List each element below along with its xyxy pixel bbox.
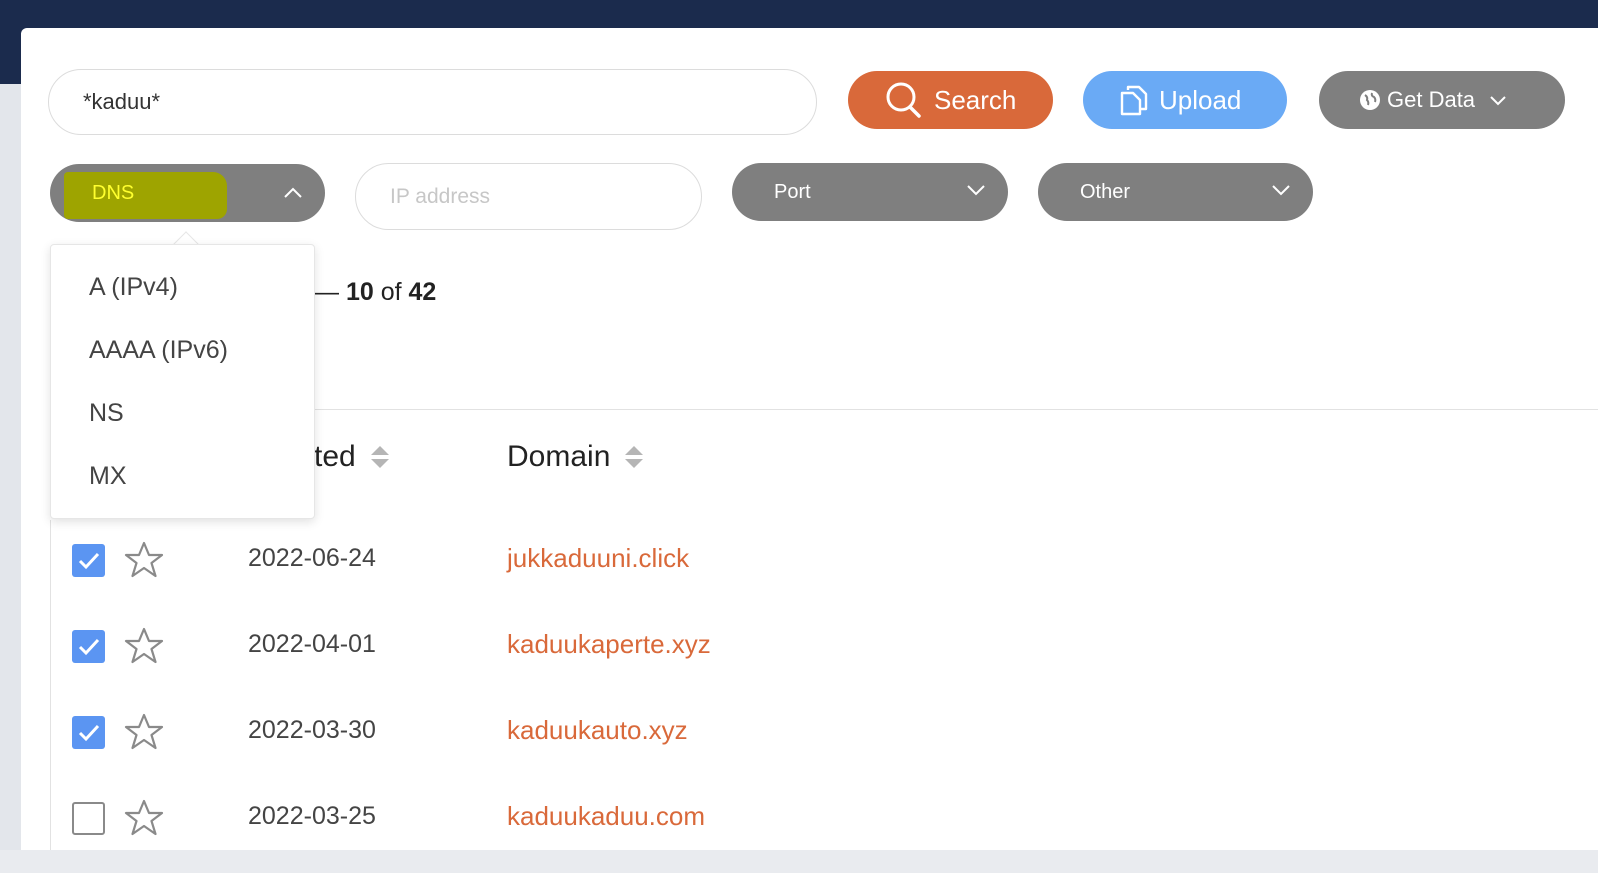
dns-dropdown-menu: A (IPv4) AAAA (IPv6) NS MX [50,244,315,519]
sort-icon [370,445,390,469]
chevron-up-icon [283,182,303,205]
upload-button-label: Upload [1159,84,1242,115]
star-icon[interactable] [124,626,164,671]
domain-header-label: Domain [507,440,611,473]
globe-icon [1359,89,1381,111]
chevron-down-icon [1271,180,1291,203]
table-row: 2022-04-01 kaduukaperte.xyz [51,615,1598,701]
row-checkbox[interactable] [72,802,105,835]
other-filter-label: Other [1080,180,1131,203]
checkmark-icon [78,552,100,570]
table-row: 2022-06-24 jukkaduuni.click [51,529,1598,615]
star-icon[interactable] [124,712,164,757]
range-of: of [380,278,402,306]
row-domain-link[interactable]: jukkaduuni.click [507,543,689,574]
table-row: 2022-03-25 kaduukaduu.com [51,787,1598,873]
copy-icon [1119,84,1149,116]
row-checkbox[interactable] [72,544,105,577]
row-date: 2022-06-24 [248,544,376,572]
other-filter-dropdown[interactable]: Other [1038,163,1313,221]
checkmark-icon [78,724,100,742]
dns-option-mx[interactable]: MX [89,462,127,491]
row-domain-link[interactable]: kaduukaduu.com [507,801,705,832]
get-data-label: Get Data [1387,87,1476,112]
row-checkbox[interactable] [72,716,105,749]
left-edge [0,84,21,850]
row-date: 2022-03-30 [248,716,376,744]
chevron-down-icon [966,180,986,203]
created-header-label: ted [314,440,356,473]
star-icon[interactable] [124,798,164,843]
dns-filter-dropdown[interactable]: DNS [50,164,325,222]
table-row: 2022-03-30 kaduukauto.xyz [51,701,1598,787]
search-input[interactable] [48,69,817,135]
result-range: — 10 of 42 [314,278,436,307]
get-data-button[interactable]: Get Data [1319,71,1565,129]
row-checkbox[interactable] [72,630,105,663]
port-filter-dropdown[interactable]: Port [732,163,1008,221]
range-total: 42 [408,278,437,306]
port-filter-label: Port [774,180,811,203]
search-button[interactable]: Search [848,71,1053,129]
chevron-down-icon [1489,94,1507,106]
search-icon [884,80,924,120]
ip-address-input[interactable] [355,163,702,230]
row-domain-link[interactable]: kaduukaperte.xyz [507,629,711,660]
column-header-created[interactable]: ted [314,440,390,474]
dns-filter-label: DNS [92,182,135,204]
row-date: 2022-04-01 [248,630,376,658]
column-header-domain[interactable]: Domain [507,440,644,474]
star-icon[interactable] [124,540,164,585]
checkmark-icon [78,638,100,656]
search-button-label: Search [934,84,1017,115]
sort-icon [624,445,644,469]
dns-option-a[interactable]: A (IPv4) [89,273,178,302]
dns-option-aaaa[interactable]: AAAA (IPv6) [89,336,228,365]
row-domain-link[interactable]: kaduukauto.xyz [507,715,688,746]
dns-highlight-mark [64,172,227,219]
row-date: 2022-03-25 [248,802,376,830]
range-end: 10 [345,278,374,306]
dns-option-ns[interactable]: NS [89,399,124,428]
range-dash: — [314,278,339,306]
upload-button[interactable]: Upload [1083,71,1287,129]
